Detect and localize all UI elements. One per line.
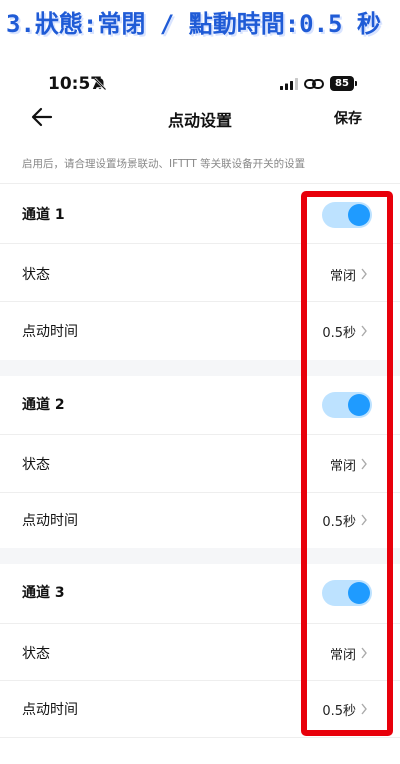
link-icon xyxy=(304,79,324,89)
state-row[interactable]: 状态 常闭 xyxy=(0,436,400,492)
channel-toggle[interactable] xyxy=(322,392,372,418)
state-label: 状态 xyxy=(22,457,50,473)
pulse-time-label: 点动时间 xyxy=(22,702,78,718)
state-value: 常闭 xyxy=(329,269,356,284)
channel-name: 通道 2 xyxy=(22,397,65,413)
status-bar: 10:57 85 xyxy=(0,72,400,98)
divider xyxy=(0,623,400,624)
caption-title: 3.狀態:常閉 / 點動時間:0.5 秒 xyxy=(6,10,381,38)
section-gap xyxy=(0,360,400,376)
state-label: 状态 xyxy=(22,646,50,662)
chevron-right-icon xyxy=(361,647,367,659)
nav-bar: 点动设置 保存 xyxy=(0,100,400,136)
pulse-time-row[interactable]: 点动时间 0.5秒 xyxy=(0,492,400,548)
signal-icon xyxy=(280,78,298,90)
divider xyxy=(0,243,400,244)
toggle-knob xyxy=(348,204,370,226)
state-value: 常闭 xyxy=(329,648,356,663)
state-row[interactable]: 状态 常闭 xyxy=(0,625,400,681)
divider xyxy=(0,183,400,184)
toggle-knob xyxy=(348,394,370,416)
pulse-time-label: 点动时间 xyxy=(22,324,78,340)
channel-toggle[interactable] xyxy=(322,580,372,606)
pulse-time-row[interactable]: 点动时间 0.5秒 xyxy=(0,681,400,737)
channel-row: 通道 2 xyxy=(0,376,400,432)
divider xyxy=(0,434,400,435)
state-row[interactable]: 状态 常闭 xyxy=(0,246,400,302)
chevron-right-icon xyxy=(361,458,367,470)
channel-toggle[interactable] xyxy=(322,202,372,228)
state-label: 状态 xyxy=(22,267,50,283)
toggle-knob xyxy=(348,582,370,604)
chevron-right-icon xyxy=(361,268,367,280)
chevron-right-icon xyxy=(361,514,367,526)
pulse-time-label: 点动时间 xyxy=(22,513,78,529)
bell-slash-icon xyxy=(93,77,107,91)
save-button[interactable]: 保存 xyxy=(334,108,362,128)
divider xyxy=(0,301,400,302)
chevron-right-icon xyxy=(361,325,367,337)
pulse-time-value: 0.5秒 xyxy=(322,704,356,719)
chevron-right-icon xyxy=(361,703,367,715)
section-gap xyxy=(0,548,400,564)
pulse-time-value: 0.5秒 xyxy=(322,326,356,341)
battery-indicator: 85 xyxy=(330,76,357,91)
channel-name: 通道 3 xyxy=(22,585,65,601)
pulse-time-row[interactable]: 点动时间 0.5秒 xyxy=(0,303,400,359)
state-value: 常闭 xyxy=(329,459,356,474)
channel-name: 通道 1 xyxy=(22,207,65,223)
divider xyxy=(0,737,400,738)
channel-row: 通道 3 xyxy=(0,564,400,620)
hint-text: 启用后，请合理设置场景联动、IFTTT 等关联设备开关的设置 xyxy=(22,158,306,170)
channel-row: 通道 1 xyxy=(0,186,400,242)
pulse-time-value: 0.5秒 xyxy=(322,515,356,530)
